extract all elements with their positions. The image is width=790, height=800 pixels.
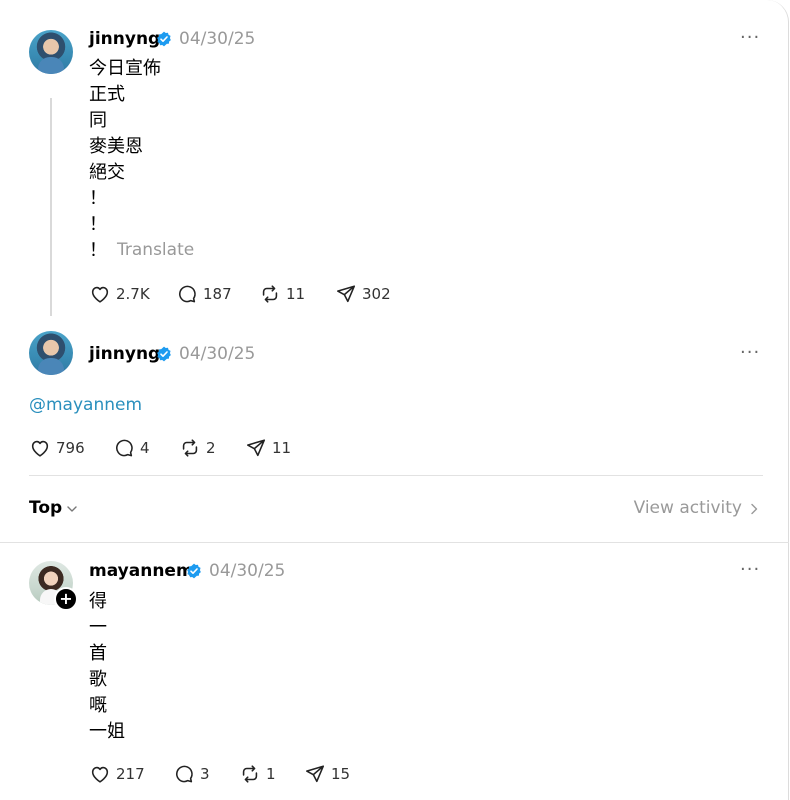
verified-icon	[157, 31, 171, 47]
like-button[interactable]: 796	[29, 436, 85, 460]
timestamp: 04/30/25	[209, 561, 286, 581]
heart-icon	[91, 766, 109, 783]
share-icon	[336, 285, 356, 303]
comment-button[interactable]: 187	[176, 282, 232, 306]
chevron-down-icon[interactable]	[66, 503, 78, 515]
divider	[29, 475, 763, 476]
username[interactable]: mayannem	[89, 561, 194, 581]
comment-icon	[179, 285, 196, 303]
thread-line	[50, 98, 52, 316]
repost-button[interactable]: 11	[259, 282, 305, 306]
reply-text-line: 歌	[89, 669, 107, 690]
comment-count: 187	[203, 285, 232, 303]
like-count: 796	[56, 439, 85, 457]
more-icon[interactable]: ···	[740, 342, 760, 363]
share-icon	[305, 765, 325, 783]
share-count: 15	[331, 765, 351, 783]
comment-icon	[176, 765, 193, 783]
translate-link[interactable]: Translate	[117, 240, 194, 260]
chevron-right-icon[interactable]	[749, 503, 759, 515]
share-count: 302	[362, 285, 391, 303]
verified-icon	[157, 346, 171, 362]
post-text-line: ！	[89, 240, 107, 261]
comment-icon	[116, 439, 133, 457]
avatar[interactable]	[29, 331, 73, 375]
repost-icon	[242, 765, 258, 783]
share-button[interactable]: 302	[335, 282, 391, 306]
like-count: 2.7K	[116, 285, 150, 303]
share-icon	[246, 439, 266, 457]
more-icon[interactable]: ···	[740, 27, 760, 48]
post-text-line: 同	[89, 110, 107, 131]
reply-text-line: 得	[89, 591, 107, 612]
like-count: 217	[116, 765, 145, 783]
reply-text-line: 首	[89, 643, 107, 664]
repost-icon	[182, 439, 198, 457]
share-button[interactable]: 11	[245, 436, 291, 460]
comment-button[interactable]: 3	[173, 762, 210, 786]
view-activity-link[interactable]: View activity	[634, 498, 742, 518]
comment-button[interactable]: 4	[113, 436, 150, 460]
post-text-line: 絕交	[89, 162, 125, 183]
post-text-line: 正式	[89, 84, 125, 105]
reply-text-line: 一姐	[89, 721, 125, 742]
post-text-line: ！	[89, 214, 107, 235]
heart-icon	[91, 286, 109, 303]
share-button[interactable]: 15	[304, 762, 350, 786]
mention-link[interactable]: @mayannem	[29, 395, 142, 415]
repost-count: 2	[206, 439, 216, 457]
timestamp: 04/30/25	[179, 29, 256, 49]
timestamp: 04/30/25	[179, 344, 256, 364]
repost-count: 1	[266, 765, 276, 783]
repost-count: 11	[286, 285, 306, 303]
reply-text-line: 一	[89, 617, 107, 638]
avatar[interactable]	[29, 30, 73, 74]
heart-icon	[31, 440, 49, 457]
verified-icon	[187, 563, 201, 579]
reply-text-line: 嘅	[89, 695, 107, 716]
more-icon[interactable]: ···	[740, 559, 760, 580]
repost-button[interactable]: 1	[239, 762, 276, 786]
like-button[interactable]: 217	[89, 762, 145, 786]
comment-count: 3	[200, 765, 210, 783]
post-text-line: ！	[89, 188, 107, 209]
username[interactable]: jinnyng	[89, 29, 160, 49]
follow-button[interactable]: +	[54, 587, 78, 611]
comment-count: 4	[140, 439, 150, 457]
divider	[0, 542, 789, 543]
post-text-line: 麥美恩	[89, 136, 143, 157]
username[interactable]: jinnyng	[89, 344, 160, 364]
repost-icon	[262, 285, 278, 303]
like-button[interactable]: 2.7K	[89, 282, 150, 306]
repost-button[interactable]: 2	[179, 436, 216, 460]
share-count: 11	[272, 439, 292, 457]
post-text-line: 今日宣佈	[89, 58, 161, 79]
sort-dropdown[interactable]: Top	[29, 498, 62, 518]
